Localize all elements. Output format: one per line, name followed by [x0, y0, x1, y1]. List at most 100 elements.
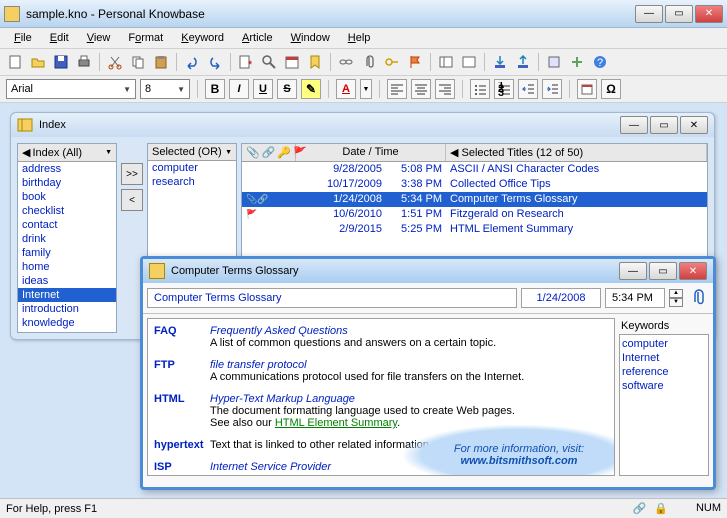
- tool2-button[interactable]: [566, 51, 588, 73]
- export-button[interactable]: [512, 51, 534, 73]
- outdent-button[interactable]: [518, 79, 538, 99]
- menu-view[interactable]: View: [79, 30, 119, 46]
- search-button[interactable]: [258, 51, 280, 73]
- flag-column-header[interactable]: 📎 🔗 🔑 🚩: [242, 144, 296, 161]
- minimize-button[interactable]: —: [635, 5, 663, 23]
- tool1-button[interactable]: [543, 51, 565, 73]
- index-maximize-button[interactable]: ▭: [650, 116, 678, 134]
- article-attach-button[interactable]: [687, 287, 709, 309]
- new-button[interactable]: [4, 51, 26, 73]
- font-size-combo[interactable]: 8▼: [140, 79, 190, 99]
- keyword-item[interactable]: software: [622, 379, 706, 393]
- indent-button[interactable]: [542, 79, 562, 99]
- color-button[interactable]: A: [336, 79, 356, 99]
- index-item[interactable]: Internet: [18, 288, 116, 302]
- italic-button[interactable]: I: [229, 79, 249, 99]
- keyword-item[interactable]: reference: [622, 365, 706, 379]
- article-titlebar[interactable]: Computer Terms Glossary — ▭ ✕: [143, 259, 713, 283]
- link-button[interactable]: [335, 51, 357, 73]
- menu-article[interactable]: Article: [234, 30, 281, 46]
- table-row[interactable]: 📎🔗1/24/20085:34 PMComputer Terms Glossar…: [242, 192, 707, 207]
- highlight-button[interactable]: ✎: [301, 79, 321, 99]
- menu-edit[interactable]: Edit: [42, 30, 77, 46]
- index-all-header[interactable]: ◀ Index (All)▼: [18, 144, 116, 162]
- redo-button[interactable]: [204, 51, 226, 73]
- index-item[interactable]: book: [18, 190, 116, 204]
- selected-item[interactable]: computer: [148, 161, 236, 175]
- menu-keyword[interactable]: Keyword: [173, 30, 232, 46]
- save-button[interactable]: [50, 51, 72, 73]
- article-content[interactable]: FAQFrequently Asked QuestionsA list of c…: [147, 318, 615, 476]
- article-date-field[interactable]: 1/24/2008: [521, 288, 601, 308]
- help-button[interactable]: ?: [589, 51, 611, 73]
- undo-button[interactable]: [181, 51, 203, 73]
- maximize-button[interactable]: ▭: [665, 5, 693, 23]
- bookmark-button[interactable]: [304, 51, 326, 73]
- table-row[interactable]: 2/9/20155:25 PMHTML Element Summary: [242, 222, 707, 237]
- align-left-button[interactable]: [387, 79, 407, 99]
- new-article-button[interactable]: *: [235, 51, 257, 73]
- selected-header[interactable]: Selected (OR)▼: [148, 144, 236, 161]
- table-row[interactable]: 🚩10/6/20101:51 PMFitzgerald on Research: [242, 207, 707, 222]
- strike-button[interactable]: S: [277, 79, 297, 99]
- index-item[interactable]: home: [18, 260, 116, 274]
- menu-file[interactable]: File: [6, 30, 40, 46]
- article-maximize-button[interactable]: ▭: [649, 262, 677, 280]
- color-dropdown[interactable]: ▼: [360, 79, 372, 99]
- time-spinner[interactable]: ▲ ▼: [669, 289, 683, 307]
- calendar-button[interactable]: [281, 51, 303, 73]
- index-item[interactable]: drink: [18, 232, 116, 246]
- insert-date-button[interactable]: [577, 79, 597, 99]
- key-button[interactable]: [381, 51, 403, 73]
- titles-column-header[interactable]: ◀ Selected Titles (12 of 50): [446, 144, 707, 161]
- import-button[interactable]: [489, 51, 511, 73]
- attach-button[interactable]: [358, 51, 380, 73]
- index-close-button[interactable]: ✕: [680, 116, 708, 134]
- bold-button[interactable]: B: [205, 79, 225, 99]
- copy-button[interactable]: [127, 51, 149, 73]
- open-button[interactable]: [27, 51, 49, 73]
- menu-format[interactable]: Format: [120, 30, 171, 46]
- close-button[interactable]: ✕: [695, 5, 723, 23]
- keyword-item[interactable]: computer: [622, 337, 706, 351]
- article-title-field[interactable]: Computer Terms Glossary: [147, 288, 517, 308]
- date-column-header[interactable]: Date / Time: [296, 144, 446, 161]
- flag-button[interactable]: [404, 51, 426, 73]
- align-right-button[interactable]: [435, 79, 455, 99]
- align-center-button[interactable]: [411, 79, 431, 99]
- index-button[interactable]: [435, 51, 457, 73]
- index-item[interactable]: introduction: [18, 302, 116, 316]
- index-all-list[interactable]: addressbirthdaybookchecklistcontactdrink…: [18, 162, 116, 332]
- index-item[interactable]: knowledge: [18, 316, 116, 330]
- index-item[interactable]: checklist: [18, 204, 116, 218]
- titles-rows[interactable]: 9/28/20055:08 PMASCII / ANSI Character C…: [242, 162, 707, 237]
- index-minimize-button[interactable]: —: [620, 116, 648, 134]
- menu-window[interactable]: Window: [283, 30, 338, 46]
- keywords-list[interactable]: computerInternetreferencesoftware: [619, 334, 709, 476]
- list-button[interactable]: [458, 51, 480, 73]
- font-name-combo[interactable]: Arial▼: [6, 79, 136, 99]
- html-summary-link[interactable]: HTML Element Summary: [275, 417, 397, 429]
- index-item[interactable]: address: [18, 162, 116, 176]
- cut-button[interactable]: [104, 51, 126, 73]
- index-item[interactable]: family: [18, 246, 116, 260]
- index-item[interactable]: contact: [18, 218, 116, 232]
- remove-keyword-button[interactable]: <: [121, 189, 143, 211]
- keyword-item[interactable]: Internet: [622, 351, 706, 365]
- table-row[interactable]: 10/17/20093:38 PMCollected Office Tips: [242, 177, 707, 192]
- index-titlebar[interactable]: Index — ▭ ✕: [11, 113, 714, 137]
- bullets-button[interactable]: [470, 79, 490, 99]
- insert-char-button[interactable]: Ω: [601, 79, 621, 99]
- underline-button[interactable]: U: [253, 79, 273, 99]
- index-item[interactable]: meeting: [18, 330, 116, 332]
- numbering-button[interactable]: 123: [494, 79, 514, 99]
- index-item[interactable]: ideas: [18, 274, 116, 288]
- table-row[interactable]: 9/28/20055:08 PMASCII / ANSI Character C…: [242, 162, 707, 177]
- selected-item[interactable]: research: [148, 175, 236, 189]
- article-close-button[interactable]: ✕: [679, 262, 707, 280]
- article-minimize-button[interactable]: —: [619, 262, 647, 280]
- paste-button[interactable]: [150, 51, 172, 73]
- add-keyword-button[interactable]: >>: [121, 163, 143, 185]
- article-time-field[interactable]: 5:34 PM: [605, 288, 665, 308]
- index-item[interactable]: birthday: [18, 176, 116, 190]
